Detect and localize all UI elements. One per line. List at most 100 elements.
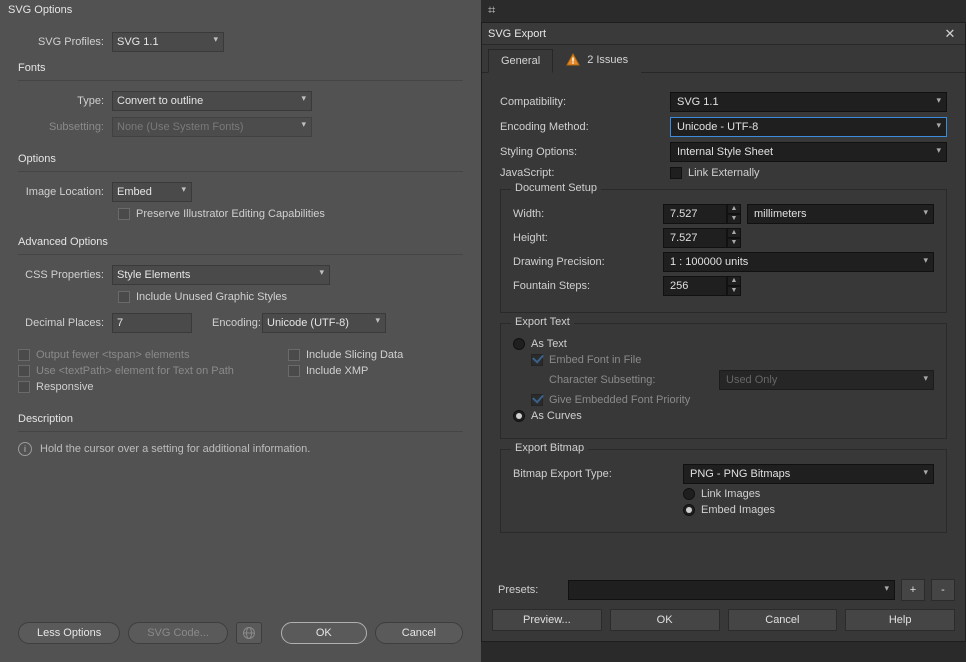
preset-remove-button[interactable]: - bbox=[931, 579, 955, 601]
globe-icon bbox=[236, 622, 262, 644]
precision-label: Drawing Precision: bbox=[513, 256, 663, 268]
styling-options-select[interactable]: Internal Style Sheet bbox=[670, 142, 947, 162]
fountain-steps-input[interactable] bbox=[663, 276, 727, 296]
encoding-method-select[interactable]: Unicode - UTF-8 bbox=[670, 117, 947, 137]
give-priority-checkbox bbox=[531, 394, 543, 406]
fountain-stepper[interactable]: ▲▼ bbox=[727, 276, 741, 296]
height-stepper[interactable]: ▲▼ bbox=[727, 228, 741, 248]
preset-add-button[interactable]: + bbox=[901, 579, 925, 601]
css-properties-select[interactable]: Style Elements bbox=[112, 265, 330, 285]
presets-select[interactable] bbox=[568, 580, 895, 600]
as-text-radio[interactable] bbox=[513, 338, 525, 350]
output-tspan-label: Output fewer <tspan> elements bbox=[36, 349, 189, 361]
decimal-places-label: Decimal Places: bbox=[18, 317, 112, 329]
link-images-label: Link Images bbox=[701, 488, 760, 500]
options-header: Options bbox=[18, 153, 463, 165]
responsive-label: Responsive bbox=[36, 381, 93, 393]
javascript-label: JavaScript: bbox=[500, 167, 670, 179]
embed-images-label: Embed Images bbox=[701, 504, 775, 516]
decimal-places-input[interactable] bbox=[112, 313, 192, 333]
slicing-checkbox[interactable] bbox=[288, 349, 300, 361]
slicing-label: Include Slicing Data bbox=[306, 349, 403, 361]
preserve-editing-checkbox[interactable] bbox=[118, 208, 130, 220]
svg-export-dialog: SVG Export ✕ General 2 Issues Compatibil… bbox=[481, 22, 966, 642]
svg-code-button: SVG Code... bbox=[128, 622, 228, 644]
svg-options-dialog: SVG Options SVG Profiles: SVG 1.1 Fonts … bbox=[0, 0, 481, 662]
subsetting-label: Subsetting: bbox=[18, 121, 112, 133]
encoding-select[interactable]: Unicode (UTF-8) bbox=[262, 313, 386, 333]
export-text-group: Export Text As Text Embed Font in File C… bbox=[500, 323, 947, 439]
warning-icon bbox=[566, 53, 580, 67]
encoding-label: Encoding: bbox=[192, 317, 262, 329]
help-button[interactable]: Help bbox=[845, 609, 955, 631]
bitmap-type-label: Bitmap Export Type: bbox=[513, 468, 683, 480]
xmp-label: Include XMP bbox=[306, 365, 368, 377]
tab-general[interactable]: General bbox=[488, 49, 553, 73]
width-label: Width: bbox=[513, 208, 663, 220]
export-text-legend: Export Text bbox=[511, 316, 574, 328]
unused-styles-checkbox[interactable] bbox=[118, 291, 130, 303]
dialog-title: SVG Options bbox=[0, 0, 481, 20]
bitmap-type-select[interactable]: PNG - PNG Bitmaps bbox=[683, 464, 934, 484]
output-tspan-checkbox bbox=[18, 349, 30, 361]
textpath-label: Use <textPath> element for Text on Path bbox=[36, 365, 234, 377]
link-externally-checkbox[interactable] bbox=[670, 167, 682, 179]
responsive-checkbox[interactable] bbox=[18, 381, 30, 393]
height-label: Height: bbox=[513, 232, 663, 244]
encoding-method-label: Encoding Method: bbox=[500, 121, 670, 133]
export-bitmap-legend: Export Bitmap bbox=[511, 442, 588, 454]
ok-button[interactable]: OK bbox=[281, 622, 367, 644]
width-input[interactable] bbox=[663, 204, 727, 224]
tab-bar: General 2 Issues bbox=[482, 45, 965, 73]
as-curves-label: As Curves bbox=[531, 410, 582, 422]
unused-styles-label: Include Unused Graphic Styles bbox=[136, 291, 287, 303]
image-location-select[interactable]: Embed bbox=[112, 182, 192, 202]
app-background bbox=[481, 0, 966, 22]
embed-images-radio[interactable] bbox=[683, 504, 695, 516]
subsetting-select: None (Use System Fonts) bbox=[112, 117, 312, 137]
preserve-editing-label: Preserve Illustrator Editing Capabilitie… bbox=[136, 208, 325, 220]
presets-label: Presets: bbox=[492, 584, 562, 596]
document-setup-group: Document Setup Width: ▲▼ millimeters Hei… bbox=[500, 189, 947, 313]
as-curves-radio[interactable] bbox=[513, 410, 525, 422]
close-icon[interactable]: ✕ bbox=[941, 26, 959, 42]
give-priority-label: Give Embedded Font Priority bbox=[549, 394, 690, 406]
textpath-checkbox bbox=[18, 365, 30, 377]
styling-options-label: Styling Options: bbox=[500, 146, 670, 158]
fountain-steps-label: Fountain Steps: bbox=[513, 280, 663, 292]
ok-button[interactable]: OK bbox=[610, 609, 720, 631]
embed-font-checkbox bbox=[531, 354, 543, 366]
char-subsetting-select: Used Only bbox=[719, 370, 934, 390]
link-images-radio[interactable] bbox=[683, 488, 695, 500]
units-select[interactable]: millimeters bbox=[747, 204, 934, 224]
xmp-checkbox[interactable] bbox=[288, 365, 300, 377]
as-text-label: As Text bbox=[531, 338, 567, 350]
svg-profiles-select[interactable]: SVG 1.1 bbox=[112, 32, 224, 52]
image-location-label: Image Location: bbox=[18, 186, 112, 198]
cancel-button[interactable]: Cancel bbox=[728, 609, 838, 631]
css-properties-label: CSS Properties: bbox=[18, 269, 112, 281]
description-text: Hold the cursor over a setting for addit… bbox=[40, 443, 310, 455]
height-input[interactable] bbox=[663, 228, 727, 248]
width-stepper[interactable]: ▲▼ bbox=[727, 204, 741, 224]
preview-button[interactable]: Preview... bbox=[492, 609, 602, 631]
compatibility-select[interactable]: SVG 1.1 bbox=[670, 92, 947, 112]
char-subsetting-label: Character Subsetting: bbox=[549, 374, 719, 386]
fonts-header: Fonts bbox=[18, 62, 463, 74]
less-options-button[interactable]: Less Options bbox=[18, 622, 120, 644]
embed-font-label: Embed Font in File bbox=[549, 354, 641, 366]
cancel-button[interactable]: Cancel bbox=[375, 622, 463, 644]
svg-profiles-label: SVG Profiles: bbox=[18, 36, 112, 48]
link-externally-label: Link Externally bbox=[688, 167, 760, 179]
info-icon: i bbox=[18, 442, 32, 456]
export-bitmap-group: Export Bitmap Bitmap Export Type: PNG - … bbox=[500, 449, 947, 533]
font-type-select[interactable]: Convert to outline bbox=[112, 91, 312, 111]
crop-icon: ⌗ bbox=[488, 2, 495, 18]
precision-select[interactable]: 1 : 100000 units bbox=[663, 252, 934, 272]
description-header: Description bbox=[18, 413, 463, 425]
document-setup-legend: Document Setup bbox=[511, 182, 601, 194]
tab-issues[interactable]: 2 Issues bbox=[553, 47, 641, 73]
dialog-title: SVG Export bbox=[488, 28, 941, 40]
compatibility-label: Compatibility: bbox=[500, 96, 670, 108]
advanced-header: Advanced Options bbox=[18, 236, 463, 248]
